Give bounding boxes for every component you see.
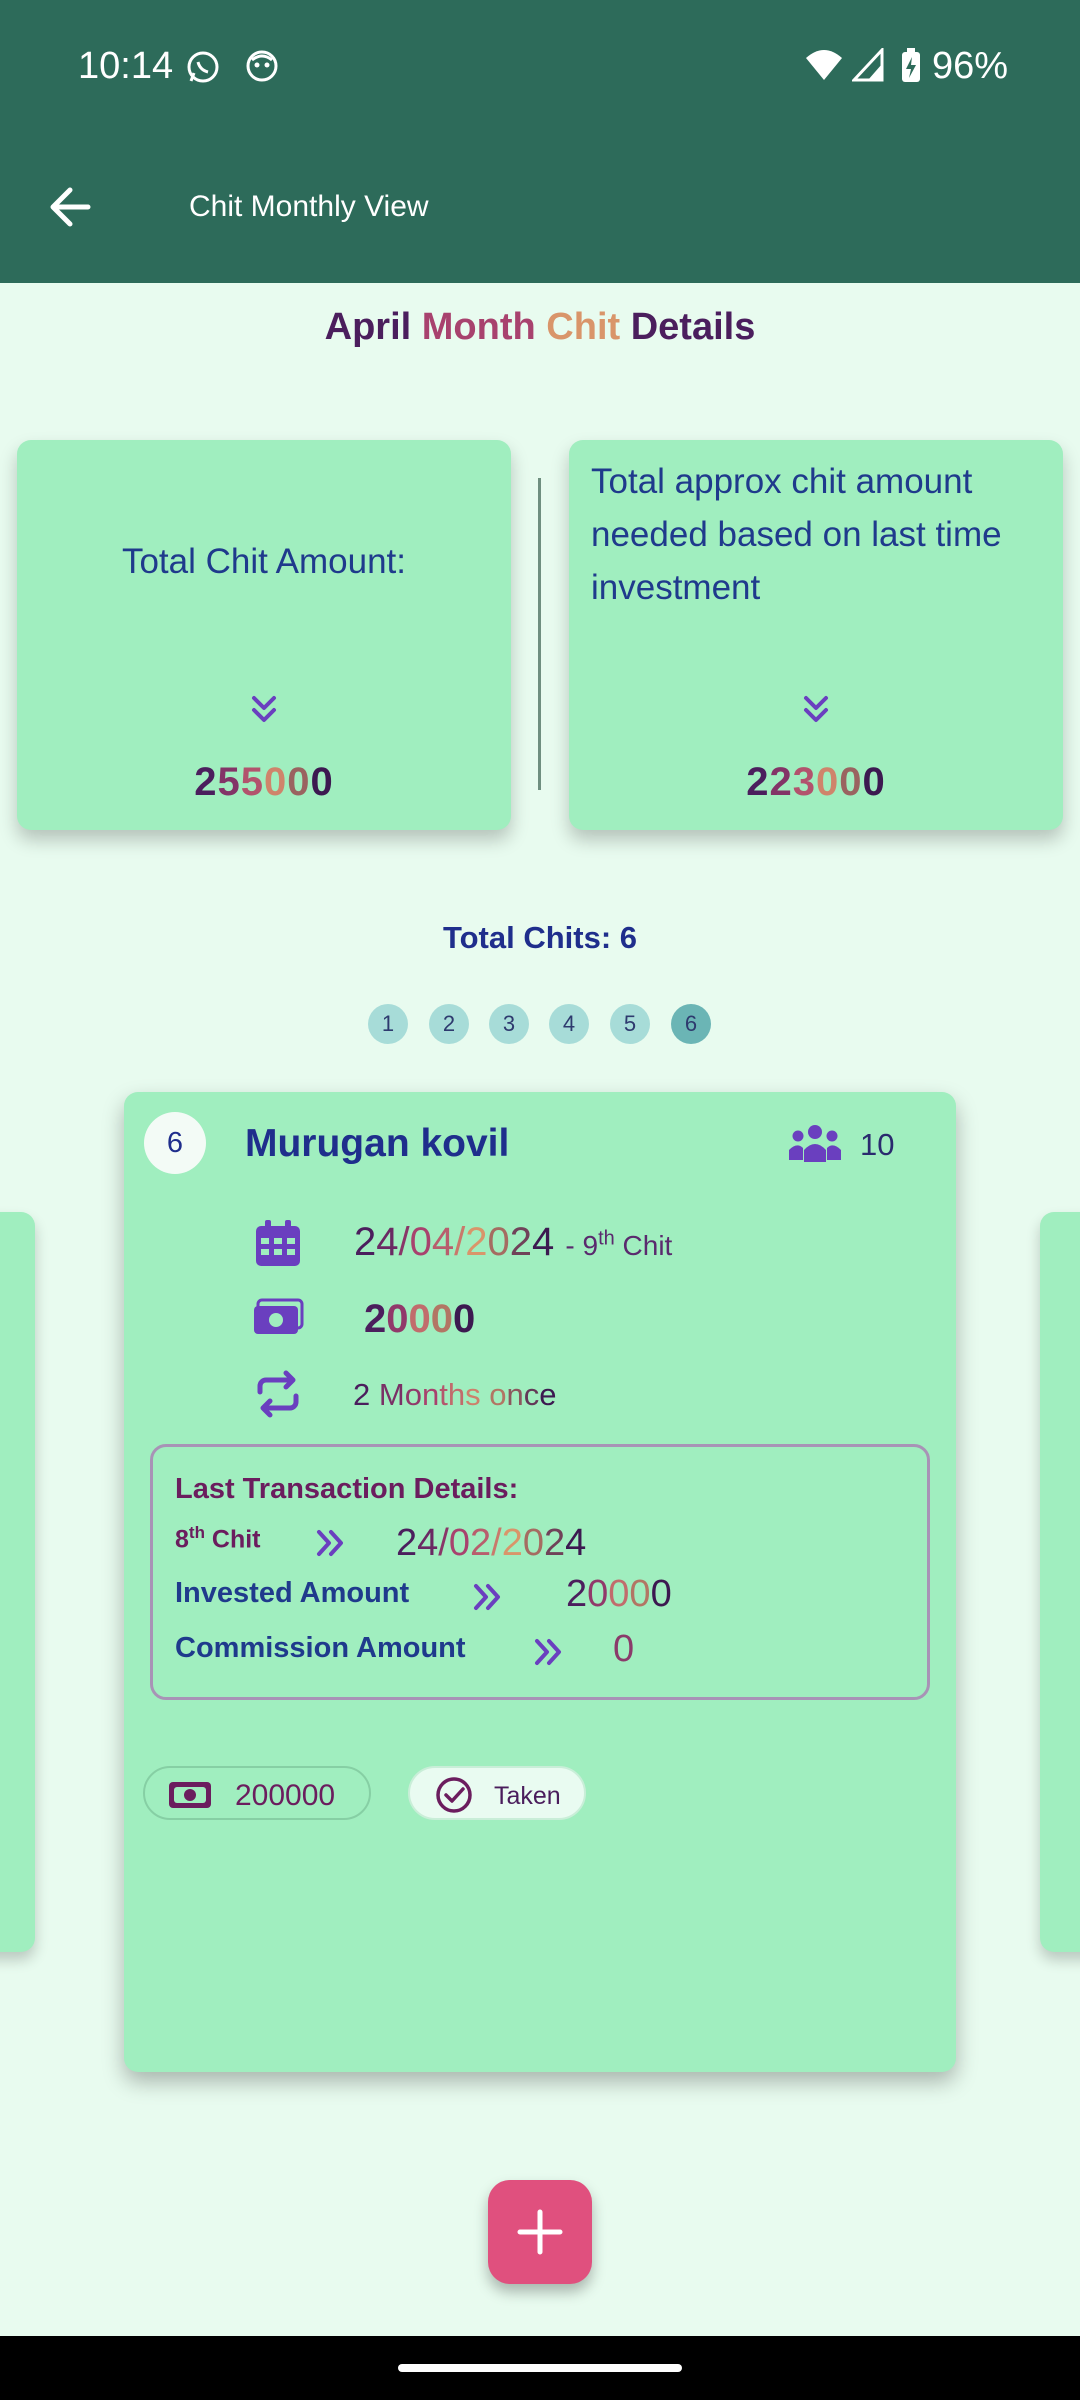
invested-amount-label: Invested Amount bbox=[175, 1577, 410, 1609]
notification-face-icon bbox=[246, 50, 278, 82]
page-dot[interactable]: 5 bbox=[610, 1004, 650, 1044]
month-title-part: Details bbox=[620, 306, 756, 348]
chit-frequency: 2 Months once bbox=[353, 1377, 557, 1412]
chit-installment-number: - 9 bbox=[565, 1230, 599, 1261]
home-gesture-handle[interactable] bbox=[398, 2364, 682, 2372]
battery-percent: 96% bbox=[932, 45, 1009, 87]
invested-amount-value: 20000 bbox=[566, 1573, 672, 1615]
total-amount-chip-label: 200000 bbox=[235, 1779, 336, 1812]
chevrons-down-icon bbox=[252, 696, 276, 722]
page-dot[interactable]: 3 bbox=[489, 1004, 529, 1044]
previous-chit-card[interactable] bbox=[0, 1212, 35, 1952]
status-time: 10:14 bbox=[78, 45, 174, 87]
approx-amount-label: Total approx chit amount needed based on… bbox=[591, 462, 1002, 607]
page-dot[interactable]: 2 bbox=[429, 1004, 469, 1044]
status-chip-label: Taken bbox=[494, 1782, 561, 1810]
total-chit-amount-card: Total Chit Amount: 255000 bbox=[17, 440, 511, 830]
chit-amount: 20000 bbox=[364, 1297, 476, 1341]
commission-amount-label: Commission Amount bbox=[175, 1632, 466, 1664]
chevrons-down-icon bbox=[804, 696, 828, 722]
chit-name: Murugan kovil bbox=[245, 1122, 510, 1165]
total-chit-amount-value: 255000 bbox=[194, 760, 334, 804]
month-title: April Month Chit Details bbox=[0, 306, 1080, 349]
back-arrow-icon[interactable] bbox=[40, 172, 110, 242]
chit-date: 24/04/2024 - 9th Chit bbox=[354, 1220, 672, 1265]
calendar-icon bbox=[256, 1220, 300, 1266]
add-chit-button[interactable] bbox=[488, 2180, 592, 2284]
people-icon bbox=[789, 1125, 841, 1162]
last-transaction-box: Last Transaction Details: 8th Chit 24/02… bbox=[150, 1444, 930, 1700]
money-icon bbox=[254, 1298, 304, 1334]
system-navigation-bar bbox=[0, 2336, 1080, 2400]
double-chevron-right-icon bbox=[474, 1584, 500, 1610]
whatsapp-icon bbox=[187, 51, 219, 83]
approx-amount-card: Total approx chit amount needed based on… bbox=[569, 440, 1063, 830]
page-dot[interactable]: 1 bbox=[368, 1004, 408, 1044]
page-dot-active[interactable]: 6 bbox=[671, 1004, 711, 1044]
signal-icon bbox=[852, 48, 884, 82]
last-transaction-chit: 8th Chit bbox=[175, 1523, 261, 1554]
last-chit-number: 8 bbox=[175, 1525, 189, 1554]
chit-card[interactable]: 6 Murugan kovil 10 24/04/2024 - 9th Chit… bbox=[124, 1092, 956, 2072]
wifi-icon bbox=[806, 50, 842, 80]
battery-charging-icon bbox=[902, 48, 920, 82]
double-chevron-right-icon bbox=[535, 1639, 561, 1665]
status-bar: 10:14 96% bbox=[0, 0, 1080, 130]
total-chit-amount-label: Total Chit Amount: bbox=[121, 542, 407, 581]
month-title-part: April bbox=[324, 306, 412, 348]
last-transaction-date: 24/02/2024 bbox=[396, 1522, 587, 1564]
divider bbox=[538, 478, 541, 790]
check-circle-icon bbox=[436, 1777, 472, 1813]
cash-icon bbox=[169, 1782, 211, 1808]
repeat-icon bbox=[257, 1370, 299, 1418]
chit-date-value: 24/04/2024 bbox=[354, 1220, 555, 1264]
month-title-part: Month bbox=[411, 306, 536, 348]
member-count: 10 bbox=[860, 1127, 895, 1162]
chit-installment-sup: th bbox=[598, 1227, 615, 1250]
plus-icon bbox=[517, 2209, 563, 2255]
last-chit-suffix: Chit bbox=[204, 1525, 261, 1554]
next-chit-card[interactable] bbox=[1040, 1212, 1080, 1952]
app-bar: Chit Monthly View bbox=[0, 130, 1080, 283]
status-chip[interactable]: Taken bbox=[408, 1766, 586, 1820]
chit-installment-suffix: Chit bbox=[614, 1230, 673, 1261]
commission-amount-value: 0 bbox=[613, 1628, 635, 1670]
last-chit-sup: th bbox=[188, 1523, 205, 1542]
page-dot[interactable]: 4 bbox=[549, 1004, 589, 1044]
approx-amount-value: 223000 bbox=[746, 760, 886, 804]
chit-number-badge: 6 bbox=[144, 1112, 206, 1174]
app-title: Chit Monthly View bbox=[189, 190, 429, 223]
total-chits-label: Total Chits: 6 bbox=[442, 920, 638, 955]
total-amount-chip[interactable]: 200000 bbox=[143, 1766, 371, 1820]
chit-installment: - 9th Chit bbox=[565, 1227, 673, 1261]
month-title-part: Chit bbox=[535, 306, 621, 348]
last-transaction-title: Last Transaction Details: bbox=[175, 1473, 519, 1505]
double-chevron-right-icon bbox=[317, 1530, 343, 1556]
